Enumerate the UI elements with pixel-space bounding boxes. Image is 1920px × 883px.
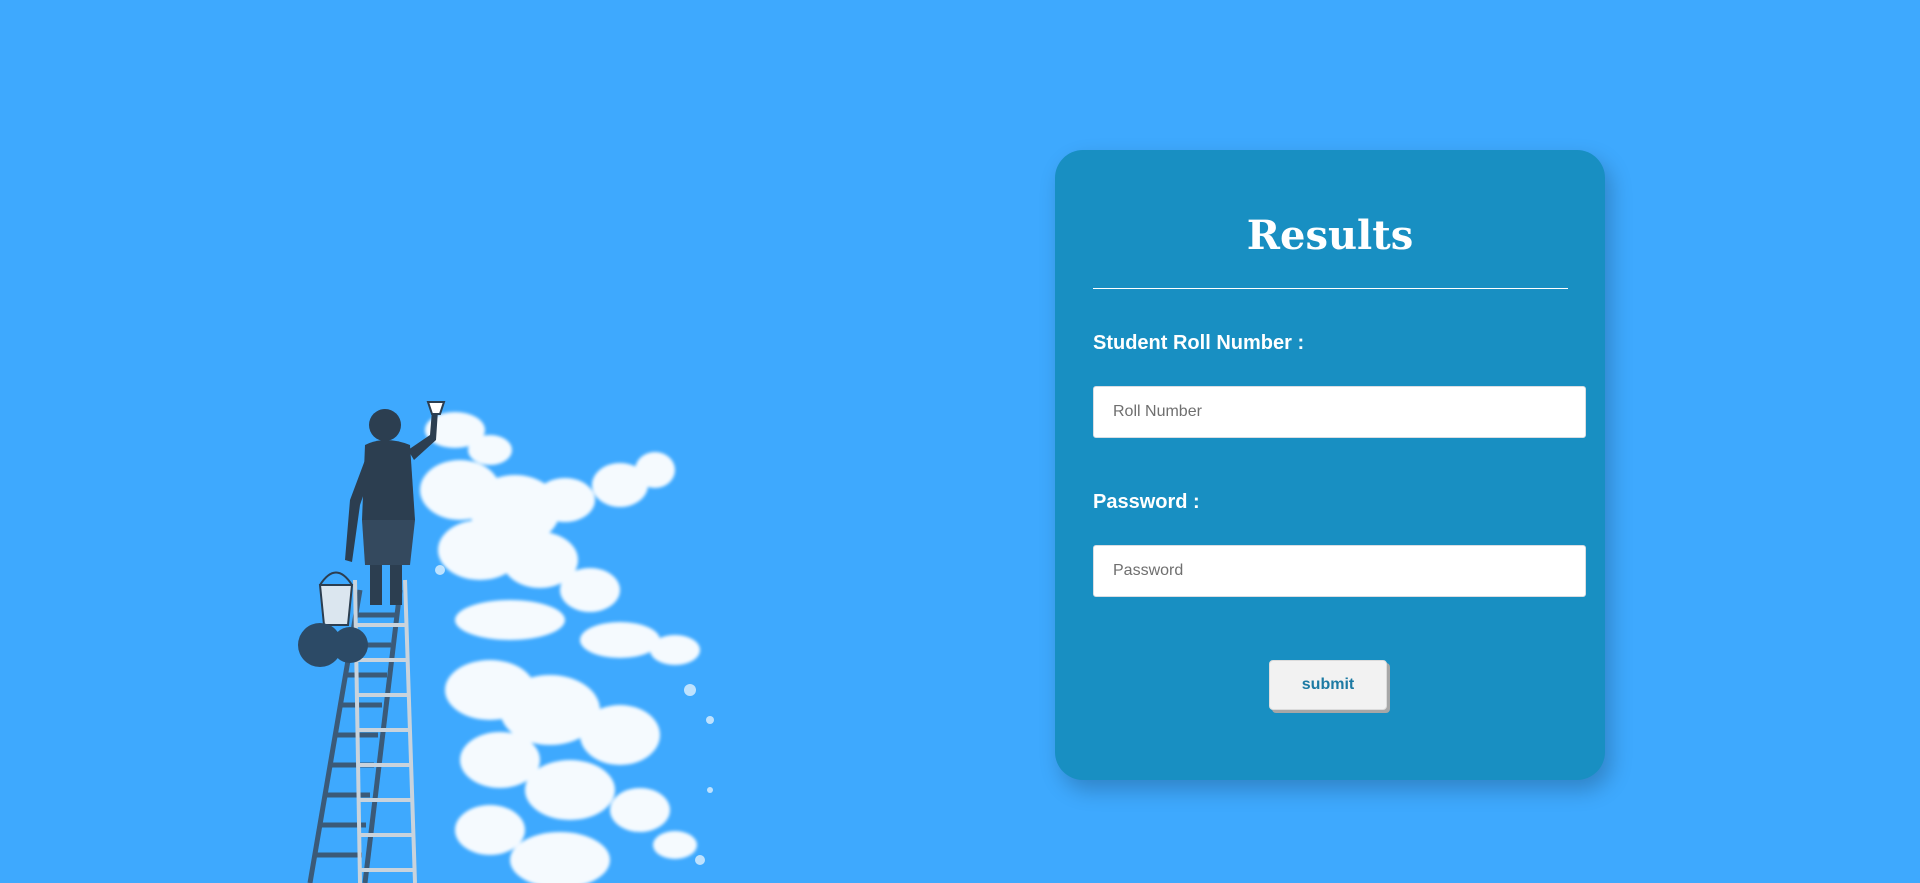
title-divider	[1093, 288, 1568, 289]
password-label: Password :	[1093, 491, 1200, 513]
painter-clouds-illustration	[298, 401, 714, 883]
password-input[interactable]	[1093, 545, 1586, 597]
submit-button[interactable]: submit	[1269, 660, 1387, 710]
results-login-card: Results Student Roll Number : Password :…	[1055, 150, 1605, 780]
roll-number-input[interactable]	[1093, 386, 1586, 438]
roll-number-label: Student Roll Number :	[1093, 332, 1305, 354]
login-page: Results Student Roll Number : Password :…	[0, 0, 1920, 883]
card-title: Results	[1246, 212, 1414, 259]
